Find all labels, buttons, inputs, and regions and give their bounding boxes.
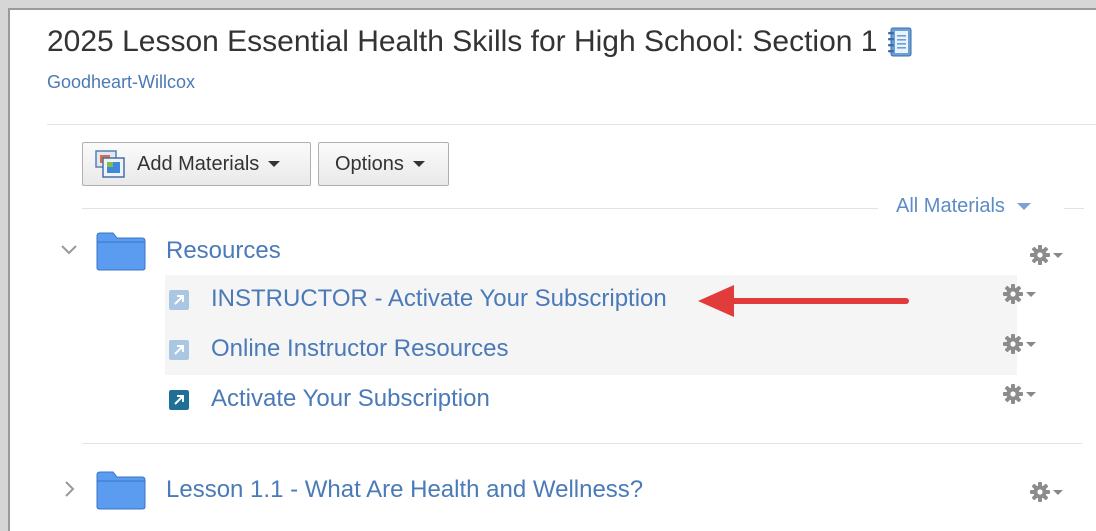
folder-options-button[interactable] — [1030, 245, 1063, 265]
gear-icon — [1003, 384, 1023, 404]
publisher-link[interactable]: Goodheart-Willcox — [47, 70, 195, 94]
add-materials-icon — [95, 150, 125, 178]
section-divider — [82, 443, 1082, 444]
window-frame-top — [0, 0, 1096, 8]
add-materials-label: Add Materials — [137, 152, 260, 175]
folder-row: Resources — [0, 227, 1096, 275]
caret-down-icon — [268, 161, 281, 167]
add-materials-button[interactable]: Add Materials — [82, 142, 311, 186]
item-title[interactable]: INSTRUCTOR - Activate Your Subscription — [211, 285, 667, 313]
filter-divider-right — [1064, 208, 1084, 209]
window-frame-top-edge — [8, 8, 1096, 10]
folder-icon — [96, 471, 146, 510]
external-link-icon — [169, 290, 189, 310]
item-options-button[interactable] — [1003, 384, 1036, 404]
list-item: Online Instructor Resources — [165, 325, 1017, 375]
folder-icon — [96, 232, 146, 271]
folder-title[interactable]: Lesson 1.1 - What Are Health and Wellnes… — [166, 476, 643, 504]
caret-down-icon — [1026, 291, 1036, 297]
external-link-icon — [169, 340, 189, 360]
item-options-button[interactable] — [1003, 284, 1036, 304]
caret-down-icon — [1053, 252, 1063, 258]
external-link-icon — [169, 390, 189, 410]
caret-down-icon — [1026, 391, 1036, 397]
gear-icon — [1030, 482, 1050, 502]
caret-down-icon — [1053, 489, 1063, 495]
item-options-button[interactable] — [1003, 334, 1036, 354]
gear-icon — [1003, 284, 1023, 304]
all-materials-filter[interactable]: All Materials — [896, 195, 1031, 218]
caret-down-icon — [412, 161, 425, 167]
course-notebook-icon — [888, 27, 912, 57]
all-materials-label: All Materials — [896, 195, 1005, 217]
caret-down-icon — [1026, 341, 1036, 347]
list-item: Activate Your Subscription — [165, 375, 1017, 425]
gear-icon — [1003, 334, 1023, 354]
filter-divider-left — [82, 208, 878, 209]
header-divider — [47, 124, 1096, 125]
page-header: 2025 Lesson Essential Health Skills for … — [47, 22, 913, 62]
folder-title[interactable]: Resources — [166, 237, 281, 265]
chevron-down-icon[interactable] — [60, 241, 78, 259]
page-title: 2025 Lesson Essential Health Skills for … — [47, 25, 878, 58]
chevron-right-icon[interactable] — [60, 480, 78, 498]
annotation-arrow-icon — [698, 285, 909, 317]
folder-row: Lesson 1.1 - What Are Health and Wellnes… — [0, 466, 1096, 514]
item-title[interactable]: Online Instructor Resources — [211, 335, 508, 363]
gear-icon — [1030, 245, 1050, 265]
item-title[interactable]: Activate Your Subscription — [211, 385, 490, 413]
caret-down-icon — [1016, 203, 1031, 210]
options-label: Options — [335, 152, 404, 175]
folder-options-button[interactable] — [1030, 482, 1063, 502]
options-button[interactable]: Options — [318, 142, 449, 186]
